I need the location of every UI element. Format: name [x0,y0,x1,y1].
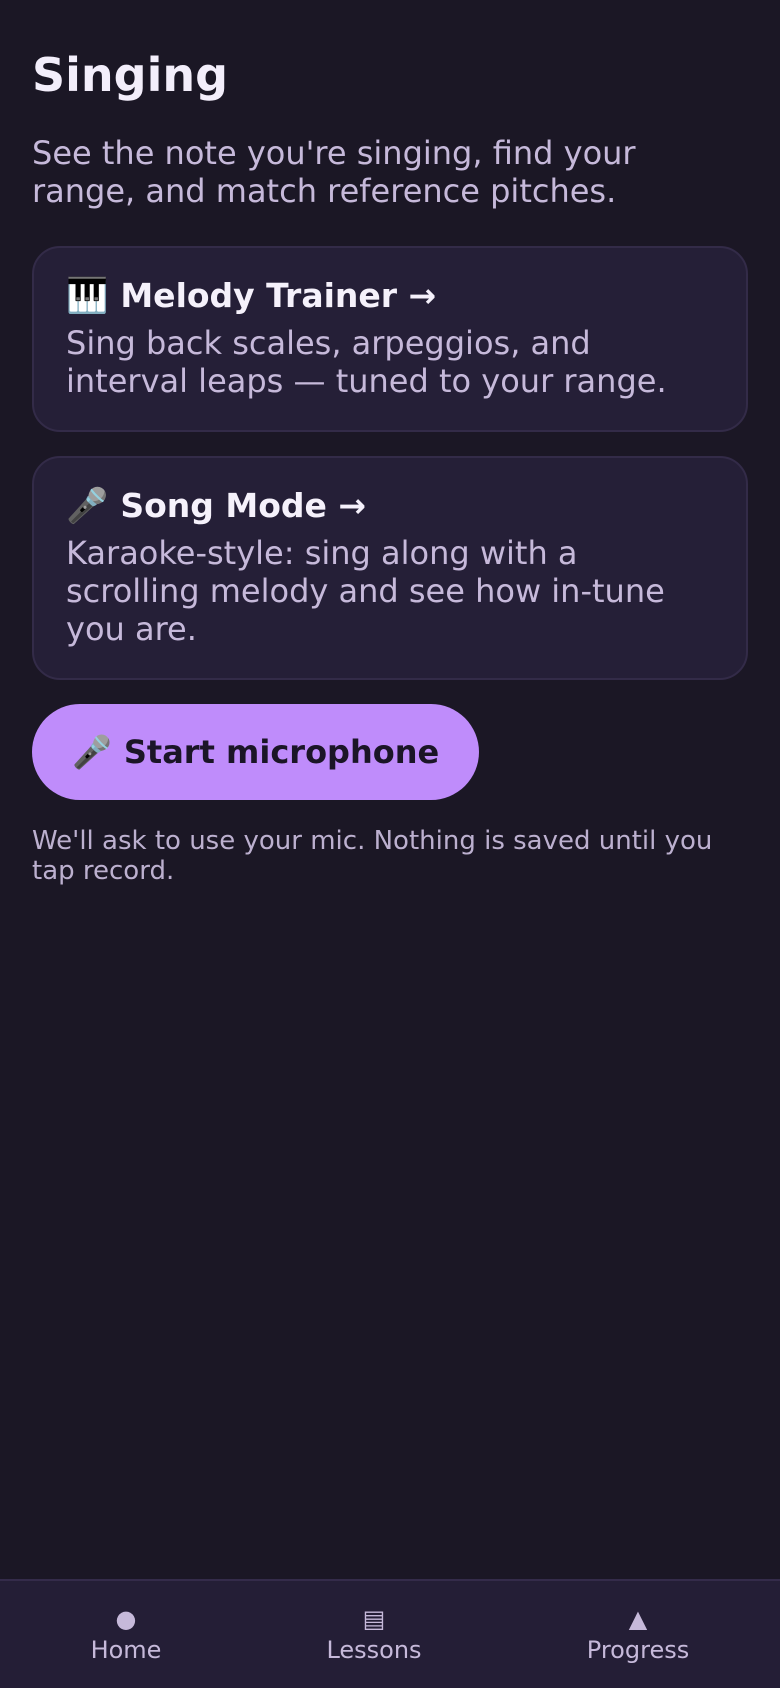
nav-label-progress: Progress [586,1636,690,1664]
nav-label-home: Home [90,1636,162,1664]
melody-trainer-card[interactable]: 🎹 Melody Trainer → Sing back scales, arp… [32,246,748,432]
start-microphone-label: Start microphone [123,733,440,771]
nav-item-progress[interactable]: ▲ Progress [587,1605,689,1665]
list-icon: ▤ [362,1605,386,1633]
main-content: Singing See the note you're singing, fin… [0,0,780,886]
mic-permission-note: We'll ask to use your mic. Nothing is sa… [32,826,713,886]
singing-screen: Singing See the note you're singing, fin… [0,0,780,1688]
song-mode-description: Karaoke-style: sing along with a scrolli… [66,534,665,648]
nav-item-lessons[interactable]: ▤ Lessons [326,1605,421,1665]
start-microphone-button[interactable]: 🎤 Start microphone [32,704,480,800]
nav-item-home[interactable]: ● Home [91,1605,162,1665]
microphone-icon: 🎤 [66,486,109,526]
triangle-icon: ▲ [628,1605,648,1633]
song-mode-title: Song Mode → [120,486,367,525]
nav-label-lessons: Lessons [326,1636,422,1664]
melody-trainer-description: Sing back scales, arpeggios, and interva… [66,324,667,400]
card-title-row: 🎤 Song Mode → [66,486,714,526]
piano-keys-icon: 🎹 [66,276,109,316]
page-subtitle: See the note you're singing, find your r… [32,134,636,210]
page-title: Singing [32,48,229,102]
song-mode-card[interactable]: 🎤 Song Mode → Karaoke-style: sing along … [32,456,748,680]
card-title-row: 🎹 Melody Trainer → [66,276,714,316]
melody-trainer-title: Melody Trainer → [120,276,437,315]
circle-icon: ● [115,1605,137,1633]
bottom-nav: ● Home ▤ Lessons ▲ Progress [0,1579,780,1688]
microphone-icon: 🎤 [72,733,112,771]
